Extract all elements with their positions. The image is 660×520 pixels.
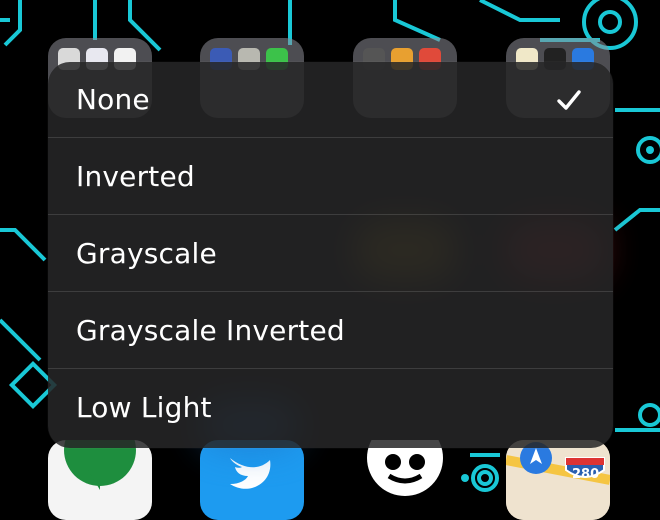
checkmark-icon xyxy=(557,89,581,110)
menu-item-none[interactable]: None xyxy=(48,62,613,137)
maps-route-shield-label: 280 xyxy=(572,467,600,482)
menu-item-label: Inverted xyxy=(76,159,195,193)
menu-item-grayscale[interactable]: Grayscale xyxy=(48,214,613,291)
tweetbot-app-icon[interactable] xyxy=(353,440,457,520)
menu-item-label: Grayscale xyxy=(76,236,217,270)
menu-item-label: Grayscale Inverted xyxy=(76,313,345,347)
maps-app-icon[interactable]: 280 xyxy=(506,440,610,520)
hangouts-app-icon[interactable] xyxy=(48,440,152,520)
twitter-app-icon[interactable] xyxy=(200,440,304,520)
menu-item-low-light[interactable]: Low Light xyxy=(48,368,613,445)
menu-item-label: None xyxy=(76,83,150,116)
menu-item-label: Low Light xyxy=(76,390,212,424)
menu-item-grayscale-inverted[interactable]: Grayscale Inverted xyxy=(48,291,613,368)
menu-item-inverted[interactable]: Inverted xyxy=(48,137,613,214)
color-filter-menu: None Inverted Grayscale Grayscale Invert… xyxy=(48,62,613,448)
